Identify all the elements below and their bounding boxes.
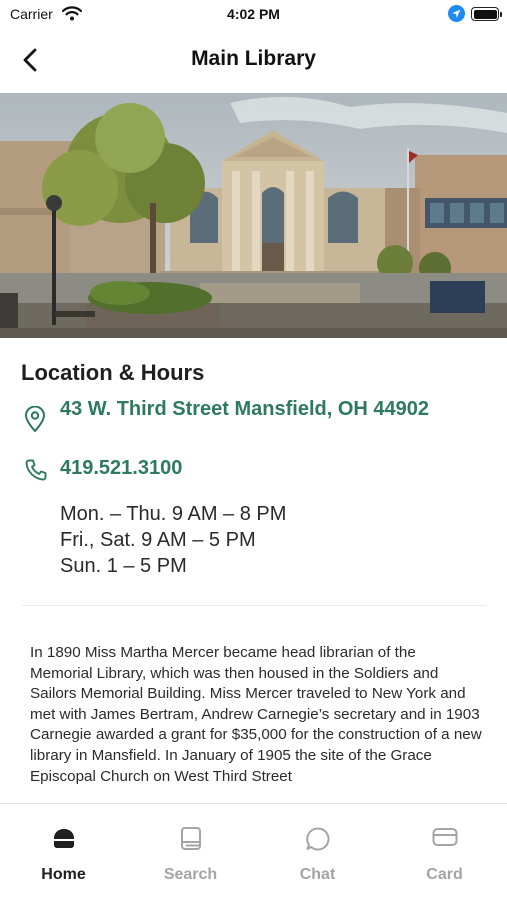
phone-icon — [24, 458, 48, 487]
hours-line: Mon. – Thu. 9 AM – 8 PM — [60, 503, 287, 525]
chat-bubble-icon — [305, 826, 331, 857]
divider — [21, 605, 486, 606]
address-text[interactable]: 43 W. Third Street Mansfield, OH 44902 — [60, 396, 480, 422]
tab-label: Card — [426, 866, 463, 883]
battery-icon — [471, 7, 502, 21]
library-details: Location & Hours 43 W. Third Street Mans… — [0, 338, 507, 803]
section-title-location-hours: Location & Hours — [21, 360, 205, 385]
navigation-bar: Main Library — [0, 30, 507, 92]
book-icon — [179, 826, 203, 856]
map-pin-icon — [23, 405, 47, 438]
card-icon — [431, 826, 459, 853]
tab-home[interactable]: Home — [0, 804, 127, 900]
home-icon — [51, 826, 77, 855]
hours-line: Fri., Sat. 9 AM – 5 PM — [60, 529, 256, 551]
tab-label: Home — [41, 866, 86, 883]
status-time: 4:02 PM — [227, 6, 280, 22]
page-title: Main Library — [191, 47, 316, 70]
tab-label: Chat — [299, 866, 336, 883]
tab-search[interactable]: Search — [127, 804, 254, 900]
tab-card[interactable]: Card — [381, 804, 507, 900]
status-bar: Carrier 4:02 PM — [0, 0, 507, 30]
library-photo — [0, 93, 507, 338]
tab-label: Search — [163, 866, 218, 883]
library-history-text: In 1890 Miss Martha Mercer became head l… — [30, 644, 482, 785]
tab-bar: Home Search Chat Card — [0, 803, 507, 900]
hours-list: Mon. – Thu. 9 AM – 8 PM Fri., Sat. 9 AM … — [60, 501, 286, 579]
hours-line: Sun. 1 – 5 PM — [60, 555, 187, 577]
tab-chat[interactable]: Chat — [254, 804, 381, 900]
phone-number[interactable]: 419.521.3100 — [60, 455, 182, 481]
location-services-icon — [448, 5, 465, 22]
